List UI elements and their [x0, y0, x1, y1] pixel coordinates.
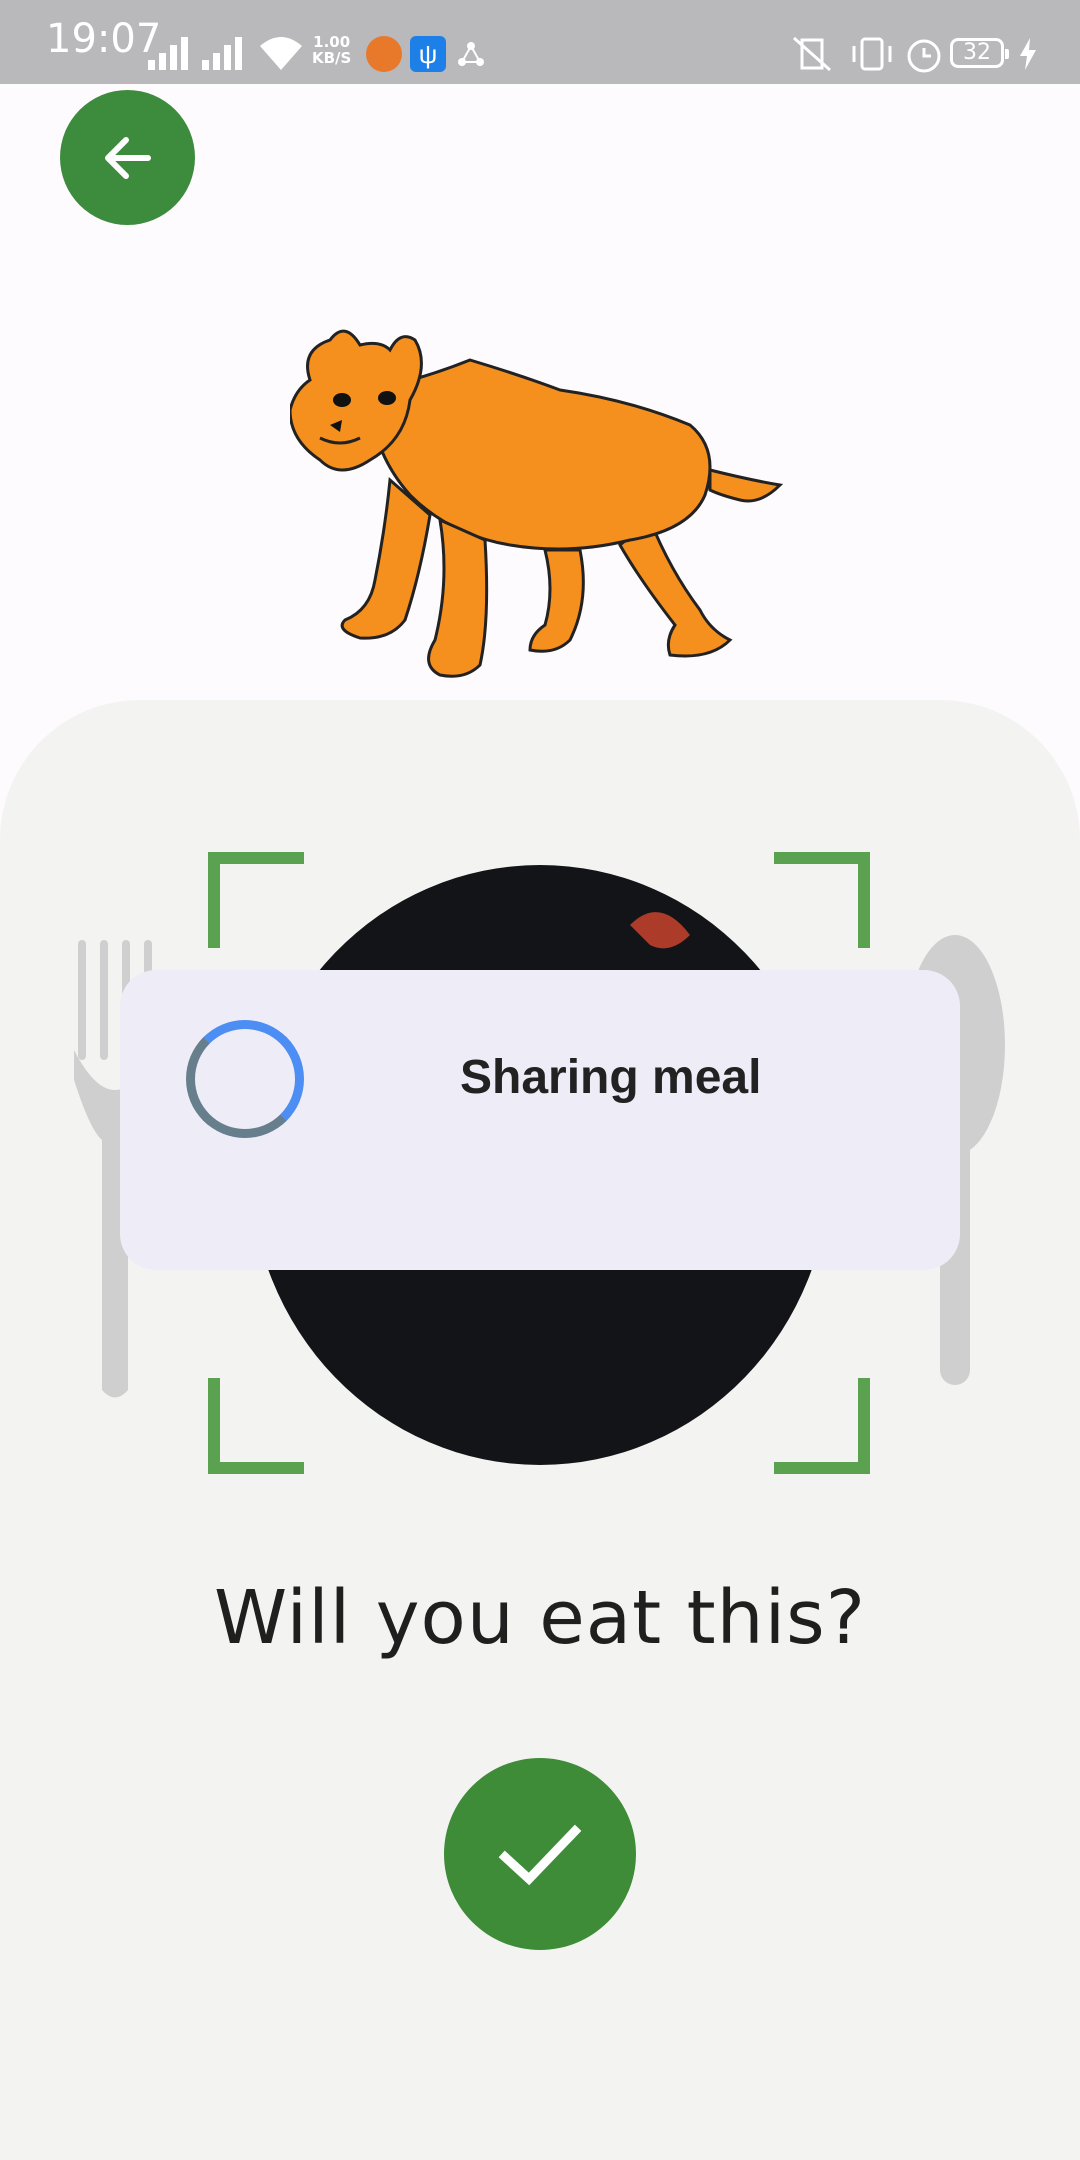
charging-icon [1020, 38, 1036, 70]
status-bar: 19:07 1.00 KB/S ψ 32 [0, 0, 1080, 84]
mute-vibrate-icon [793, 36, 831, 72]
vibrate-icon [852, 37, 892, 71]
frame-corner-bottom-left [208, 1378, 304, 1474]
frame-corner-top-left [208, 852, 304, 948]
confirm-button[interactable] [444, 1758, 636, 1950]
frame-corner-bottom-right [774, 1378, 870, 1474]
arrow-left-icon [104, 136, 151, 179]
status-time: 19:07 [46, 16, 162, 62]
signal-icon [148, 37, 188, 70]
question-text: Will you eat this? [214, 1575, 866, 1661]
app-notification-icon [366, 36, 402, 72]
check-icon [498, 1824, 582, 1886]
sharing-dialog: Sharing meal [120, 970, 960, 1270]
alarm-icon [907, 39, 941, 73]
network-speed: 1.00 KB/S [312, 33, 352, 67]
frame-corner-top-right [774, 852, 870, 948]
loading-spinner [186, 1020, 304, 1138]
wifi-icon [260, 37, 302, 70]
signal-icon-2 [202, 37, 242, 70]
back-button[interactable] [60, 90, 195, 225]
share-hub-icon [458, 42, 484, 66]
dialog-title: Sharing meal [460, 1051, 762, 1104]
battery-icon: 32 [950, 38, 1009, 68]
lion-illustration [290, 329, 784, 678]
usb-icon: ψ [410, 36, 446, 72]
